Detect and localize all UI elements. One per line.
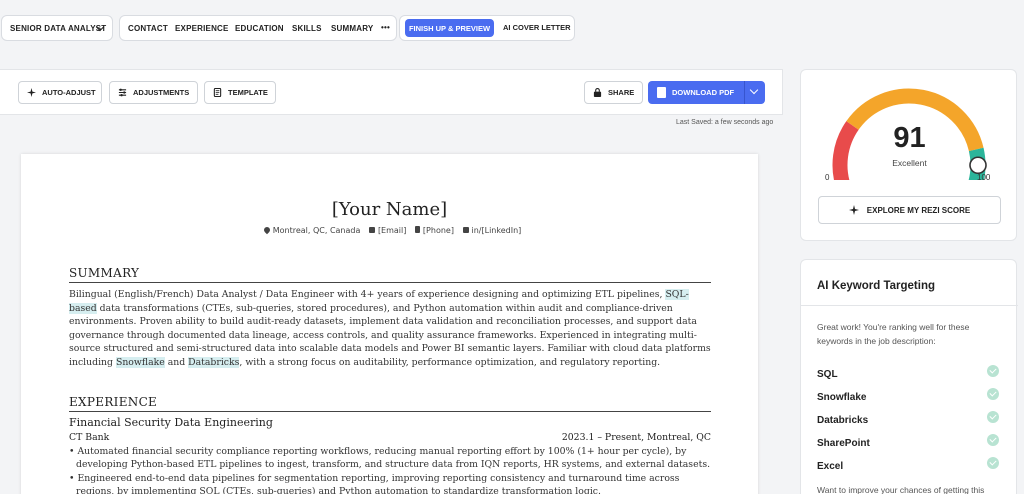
- tab-skills[interactable]: SKILLS: [292, 24, 322, 33]
- job-company[interactable]: CT Bank: [69, 432, 109, 443]
- summary-text: Bilingual (English/French) Data Analyst …: [69, 289, 666, 300]
- share-button[interactable]: SHARE: [584, 81, 643, 104]
- editor-toolbar: AUTO-ADJUST ADJUSTMENTS TEMPLATE SHARE D…: [0, 69, 783, 115]
- keyword-label: Databricks: [817, 415, 869, 426]
- keyword-item[interactable]: Snowflake: [817, 387, 1002, 403]
- ai-cover-letter-button[interactable]: AI COVER LETTER: [503, 23, 571, 32]
- check-icon: [987, 457, 999, 469]
- score-value: 91: [893, 122, 926, 154]
- check-icon: [987, 388, 999, 400]
- explore-label: EXPLORE MY REZI SCORE: [866, 205, 971, 215]
- more-icon[interactable]: •••: [381, 23, 390, 32]
- keyword-item[interactable]: SQL: [817, 364, 1002, 380]
- improve-chances-text: Want to improve your chances of getting …: [817, 485, 985, 494]
- document-icon: [213, 88, 222, 97]
- resume-page[interactable]: [Your Name] Montreal, QC, Canada [Email]…: [21, 154, 758, 494]
- keyword-label: SQL: [817, 369, 838, 380]
- adjustments-label: ADJUSTMENTS: [133, 88, 190, 97]
- summary-paragraph[interactable]: Bilingual (English/French) Data Analyst …: [69, 288, 711, 370]
- keyword-highlight: Snowflake: [115, 356, 165, 368]
- check-icon: [987, 411, 999, 423]
- finish-preview-button[interactable]: FINISH UP & PREVIEW: [405, 19, 494, 37]
- keyword-card-title: AI Keyword Targeting: [817, 280, 935, 292]
- explore-score-button[interactable]: EXPLORE MY REZI SCORE: [818, 196, 1001, 224]
- role-selector[interactable]: SENIOR DATA ANALYST: [1, 15, 113, 41]
- bullet-item: • Engineered end-to-end data pipelines f…: [69, 472, 680, 494]
- location-icon: [262, 225, 271, 235]
- summary-heading: SUMMARY: [69, 266, 711, 283]
- scale-max: 100: [977, 173, 991, 182]
- download-label: DOWNLOAD PDF: [672, 88, 735, 97]
- sparkle-icon: [27, 88, 36, 97]
- contact-line[interactable]: Montreal, QC, Canada [Email] [Phone] in/…: [21, 225, 758, 235]
- email-text: [Email]: [377, 226, 407, 235]
- download-pdf-button[interactable]: DOWNLOAD PDF: [648, 81, 765, 104]
- check-icon: [987, 434, 999, 446]
- keyword-targeting-card: AI Keyword Targeting Great work! You're …: [800, 259, 1018, 494]
- auto-adjust-label: AUTO-ADJUST: [42, 88, 96, 97]
- keyword-label: Snowflake: [817, 392, 867, 403]
- divider: [744, 81, 745, 104]
- sliders-icon: [118, 88, 127, 97]
- chevron-down-icon[interactable]: [749, 85, 759, 95]
- pdf-icon: [657, 87, 666, 98]
- keyword-item[interactable]: SharePoint: [817, 433, 1002, 449]
- experience-heading: EXPERIENCE: [69, 395, 711, 412]
- tab-education[interactable]: EDUCATION: [235, 24, 284, 33]
- sparkle-icon: [848, 205, 859, 215]
- keyword-label: Excel: [817, 461, 844, 472]
- lock-icon: [593, 88, 602, 97]
- scale-min: 0: [825, 173, 830, 182]
- score-label: Excellent: [892, 158, 927, 168]
- linkedin-icon: [462, 227, 469, 233]
- keyword-label: SharePoint: [817, 438, 870, 449]
- linkedin-text: in/[LinkedIn]: [471, 226, 522, 235]
- job-title[interactable]: Financial Security Data Engineering: [69, 416, 273, 429]
- job-bullets[interactable]: • Automated financial security complianc…: [69, 445, 711, 494]
- keyword-item[interactable]: Excel: [817, 456, 1002, 472]
- keyword-highlight: Databricks: [188, 356, 240, 368]
- keyword-item[interactable]: Databricks: [817, 410, 1002, 426]
- phone-text: [Phone]: [422, 226, 454, 235]
- summary-text: and: [164, 356, 189, 368]
- tab-contact[interactable]: CONTACT: [128, 24, 168, 33]
- check-icon: [987, 365, 999, 377]
- keyword-description: Great work! You're ranking well for thes…: [817, 322, 970, 346]
- divider: [801, 305, 1018, 306]
- adjustments-button[interactable]: ADJUSTMENTS: [109, 81, 198, 104]
- auto-adjust-button[interactable]: AUTO-ADJUST: [18, 81, 102, 104]
- summary-text: , with a strong focus on auditability, p…: [239, 356, 661, 368]
- tab-summary[interactable]: SUMMARY: [331, 24, 373, 33]
- top-nav: SENIOR DATA ANALYST CONTACT EXPERIENCE E…: [0, 0, 1024, 56]
- template-button[interactable]: TEMPLATE: [204, 81, 276, 104]
- phone-icon: [414, 226, 420, 233]
- rezi-score-card: 91 Excellent 0 100 EXPLORE MY REZI SCORE: [800, 69, 1017, 241]
- location-text: Montreal, QC, Canada: [272, 226, 361, 235]
- bullet-item: • Automated financial security complianc…: [69, 446, 711, 471]
- tab-experience[interactable]: EXPERIENCE: [175, 24, 229, 33]
- resume-name[interactable]: [Your Name]: [21, 199, 758, 220]
- section-tabs: CONTACT EXPERIENCE EDUCATION SKILLS SUMM…: [119, 15, 397, 41]
- job-dates[interactable]: 2023.1 – Present, Montreal, QC: [562, 432, 711, 443]
- email-icon: [368, 227, 375, 233]
- share-label: SHARE: [608, 88, 635, 97]
- role-label: SENIOR DATA ANALYST: [10, 23, 107, 33]
- template-label: TEMPLATE: [228, 88, 268, 97]
- last-saved-status: Last Saved: a few seconds ago: [676, 119, 774, 126]
